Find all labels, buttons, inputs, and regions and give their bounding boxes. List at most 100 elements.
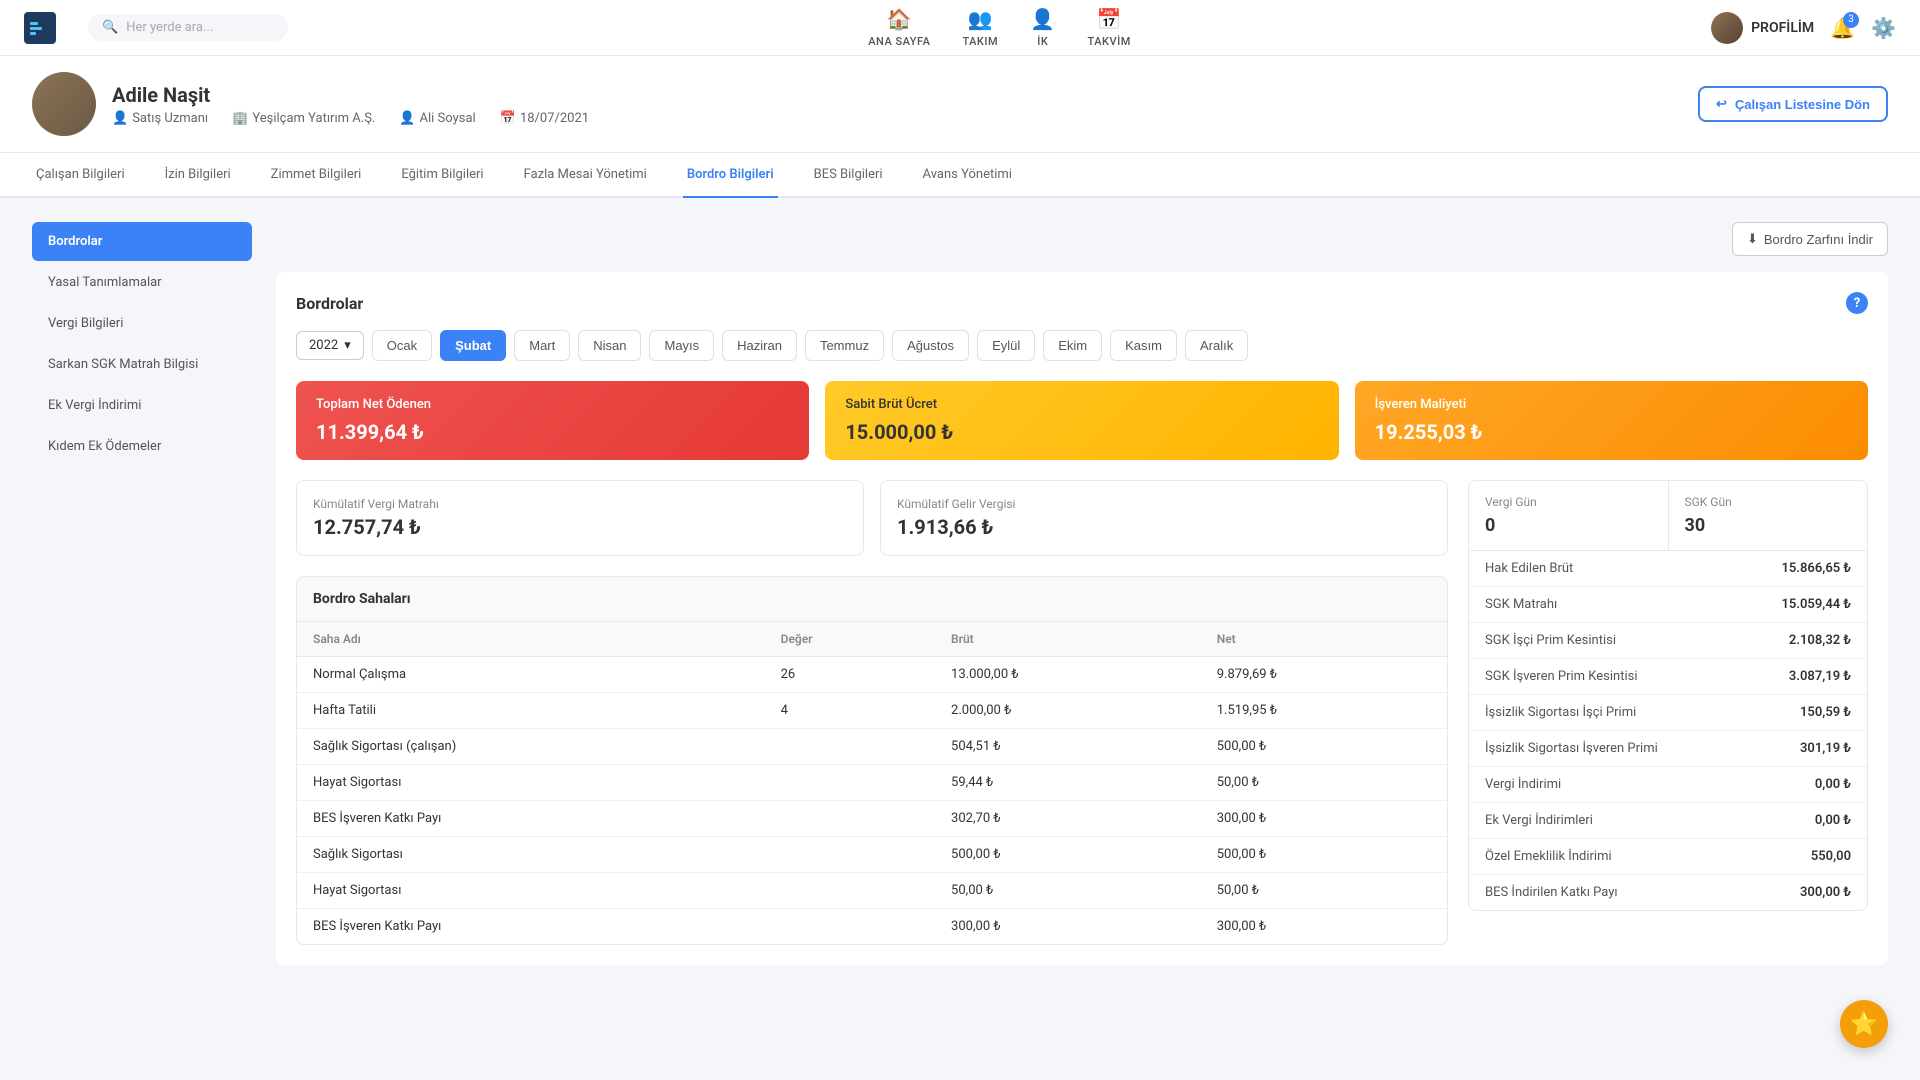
cell-brut: 13.000,00 ₺ bbox=[935, 657, 1201, 693]
table-row: Sağlık Sigortası 500,00 ₺ 500,00 ₺ bbox=[297, 837, 1447, 873]
hr-icon: 👤 bbox=[1030, 7, 1055, 31]
matrah-label: Kümülatif Vergi Matrahı bbox=[313, 497, 847, 511]
card-sabit: Sabit Brüt Ücret 15.000,00 ₺ bbox=[825, 381, 1338, 460]
right-stat-label: Ek Vergi İndirimleri bbox=[1485, 813, 1593, 828]
download-button[interactable]: ⬇ Bordro Zarfını İndir bbox=[1732, 222, 1888, 256]
nav-right: PROFİLİM 🔔 3 ⚙️ bbox=[1711, 12, 1896, 44]
month-haziran[interactable]: Haziran bbox=[722, 330, 797, 361]
employee-manager: 👤 Ali Soysal bbox=[399, 111, 475, 126]
sidebar-item-kidem[interactable]: Kıdem Ek Ödemeler bbox=[32, 427, 252, 466]
right-stat-row: İşsizlik Sigortası İşveren Primi 301,19 … bbox=[1469, 731, 1867, 767]
cell-saha: Normal Çalışma bbox=[297, 657, 765, 693]
month-mart[interactable]: Mart bbox=[514, 330, 570, 361]
tab-fazla-mesai[interactable]: Fazla Mesai Yönetimi bbox=[520, 153, 651, 198]
cell-brut: 302,70 ₺ bbox=[935, 801, 1201, 837]
sabit-label: Sabit Brüt Ücret bbox=[845, 397, 1318, 412]
sidebar-item-vergi[interactable]: Vergi Bilgileri bbox=[32, 304, 252, 343]
nav-label-takvim: TAKVİM bbox=[1088, 35, 1131, 48]
fab-button[interactable]: ⭐ bbox=[1840, 1000, 1888, 1048]
nav-label-takim: TAKIM bbox=[962, 35, 998, 48]
vergi-gun-label: Vergi Gün bbox=[1485, 495, 1652, 509]
month-agustos[interactable]: Ağustos bbox=[892, 330, 969, 361]
month-temmuz[interactable]: Temmuz bbox=[805, 330, 884, 361]
sidebar-item-sarkan[interactable]: Sarkan SGK Matrah Bilgisi bbox=[32, 345, 252, 384]
col-right: Vergi Gün 0 SGK Gün 30 Hak Edilen Brüt 1… bbox=[1468, 480, 1868, 945]
tab-avans-yonetimi[interactable]: Avans Yönetimi bbox=[919, 153, 1016, 198]
sidebar-item-yasal[interactable]: Yasal Tanımlamalar bbox=[32, 263, 252, 302]
employee-name: Adile Naşit bbox=[112, 83, 589, 107]
right-stat-label: BES İndirilen Katkı Payı bbox=[1485, 885, 1618, 900]
download-label: Bordro Zarfını İndir bbox=[1764, 232, 1873, 247]
sidebar-item-bordrolar[interactable]: Bordrolar bbox=[32, 222, 252, 261]
month-kasim[interactable]: Kasım bbox=[1110, 330, 1177, 361]
nav-items: 🏠 ANA SAYFA 👥 TAKIM 👤 İK 📅 TAKVİM bbox=[320, 7, 1679, 48]
back-to-list-button[interactable]: ↩ Çalışan Listesine Dön bbox=[1698, 86, 1888, 122]
settings-button[interactable]: ⚙️ bbox=[1871, 16, 1896, 40]
cell-net: 300,00 ₺ bbox=[1201, 801, 1447, 837]
cell-saha: Hayat Sigortası bbox=[297, 765, 765, 801]
tab-egitim-bilgileri[interactable]: Eğitim Bilgileri bbox=[397, 153, 487, 198]
date-icon: 📅 bbox=[500, 111, 516, 126]
sidebar-item-ek-vergi[interactable]: Ek Vergi İndirimi bbox=[32, 386, 252, 425]
right-stat-value: 2.108,32 ₺ bbox=[1789, 633, 1851, 648]
nav-item-takvim[interactable]: 📅 TAKVİM bbox=[1088, 7, 1131, 48]
right-stat-row: SGK Matrahı 15.059,44 ₺ bbox=[1469, 587, 1867, 623]
table-row: BES İşveren Katkı Payı 302,70 ₺ 300,00 ₺ bbox=[297, 801, 1447, 837]
tab-izin-bilgileri[interactable]: İzin Bilgileri bbox=[161, 153, 235, 198]
right-stat-value: 150,59 ₺ bbox=[1800, 705, 1851, 720]
nav-item-takim[interactable]: 👥 TAKIM bbox=[962, 7, 998, 48]
right-stat-label: Özel Emeklilik İndirimi bbox=[1485, 849, 1612, 864]
cell-brut: 504,51 ₺ bbox=[935, 729, 1201, 765]
right-stat-value: 301,19 ₺ bbox=[1800, 741, 1851, 756]
month-subat[interactable]: Şubat bbox=[440, 330, 506, 361]
profile-button[interactable]: PROFİLİM bbox=[1711, 12, 1814, 44]
right-stat-label: SGK İşçi Prim Kesintisi bbox=[1485, 633, 1616, 648]
right-stat-label: Vergi İndirimi bbox=[1485, 777, 1561, 792]
year-selector[interactable]: 2022 ▾ bbox=[296, 331, 364, 360]
tab-bes-bilgileri[interactable]: BES Bilgileri bbox=[810, 153, 887, 198]
content-area: ⬇ Bordro Zarfını İndir Bordrolar ? 2022 … bbox=[276, 222, 1888, 965]
month-ekim[interactable]: Ekim bbox=[1043, 330, 1102, 361]
help-button[interactable]: ? bbox=[1846, 292, 1868, 314]
tab-zimmet-bilgileri[interactable]: Zimmet Bilgileri bbox=[267, 153, 366, 198]
right-stat-value: 0,00 ₺ bbox=[1815, 777, 1851, 792]
sabit-value: 15.000,00 ₺ bbox=[845, 420, 1318, 444]
month-ocak[interactable]: Ocak bbox=[372, 330, 432, 361]
right-stat-label: Hak Edilen Brüt bbox=[1485, 561, 1573, 576]
nav-item-ik[interactable]: 👤 İK bbox=[1030, 7, 1055, 48]
right-stat-row: İşsizlik Sigortası İşçi Primi 150,59 ₺ bbox=[1469, 695, 1867, 731]
toplam-value: 11.399,64 ₺ bbox=[316, 420, 789, 444]
right-stat-row: SGK İşveren Prim Kesintisi 3.087,19 ₺ bbox=[1469, 659, 1867, 695]
cell-net: 500,00 ₺ bbox=[1201, 729, 1447, 765]
nav-label-ik: İK bbox=[1037, 35, 1048, 48]
cell-deger bbox=[765, 729, 935, 765]
employee-role: 👤 Satış Uzmanı bbox=[112, 111, 208, 126]
month-mayis[interactable]: Mayıs bbox=[649, 330, 714, 361]
nav-item-ana-sayfa[interactable]: 🏠 ANA SAYFA bbox=[868, 7, 930, 48]
table-row: Hayat Sigortası 59,44 ₺ 50,00 ₺ bbox=[297, 765, 1447, 801]
bordro-table-section: Bordro Sahaları Saha Adı Değer Brüt Net bbox=[296, 576, 1448, 945]
tab-calisan-bilgileri[interactable]: Çalışan Bilgileri bbox=[32, 153, 129, 198]
bordro-title: Bordrolar bbox=[296, 294, 363, 313]
employee-header: Adile Naşit 👤 Satış Uzmanı 🏢 Yeşilçam Ya… bbox=[0, 56, 1920, 153]
cell-brut: 500,00 ₺ bbox=[935, 837, 1201, 873]
cell-saha: BES İşveren Katkı Payı bbox=[297, 801, 765, 837]
cell-net: 50,00 ₺ bbox=[1201, 873, 1447, 909]
month-eylul[interactable]: Eylül bbox=[977, 330, 1035, 361]
cell-deger bbox=[765, 801, 935, 837]
bordro-section: Bordrolar ? 2022 ▾ Ocak Şubat Mart Nisan… bbox=[276, 272, 1888, 965]
right-stat-label: SGK Matrahı bbox=[1485, 597, 1557, 612]
cell-net: 500,00 ₺ bbox=[1201, 837, 1447, 873]
month-aralik[interactable]: Aralık bbox=[1185, 330, 1248, 361]
tabs-bar: Çalışan Bilgileri İzin Bilgileri Zimmet … bbox=[0, 153, 1920, 198]
right-stats: Vergi Gün 0 SGK Gün 30 Hak Edilen Brüt 1… bbox=[1468, 480, 1868, 911]
stat-gelir: Kümülatif Gelir Vergisi 1.913,66 ₺ bbox=[880, 480, 1448, 556]
kumülatif-stats: Kümülatif Vergi Matrahı 12.757,74 ₺ Kümü… bbox=[296, 480, 1448, 556]
notification-button[interactable]: 🔔 3 bbox=[1830, 16, 1855, 40]
month-nisan[interactable]: Nisan bbox=[578, 330, 641, 361]
sidebar: Bordrolar Yasal Tanımlamalar Vergi Bilgi… bbox=[32, 222, 252, 965]
gelir-label: Kümülatif Gelir Vergisi bbox=[897, 497, 1431, 511]
col-saha-adi: Saha Adı bbox=[297, 622, 765, 657]
tab-bordro-bilgileri[interactable]: Bordro Bilgileri bbox=[683, 153, 778, 198]
search-bar[interactable]: 🔍 Her yerde ara... bbox=[88, 14, 288, 41]
